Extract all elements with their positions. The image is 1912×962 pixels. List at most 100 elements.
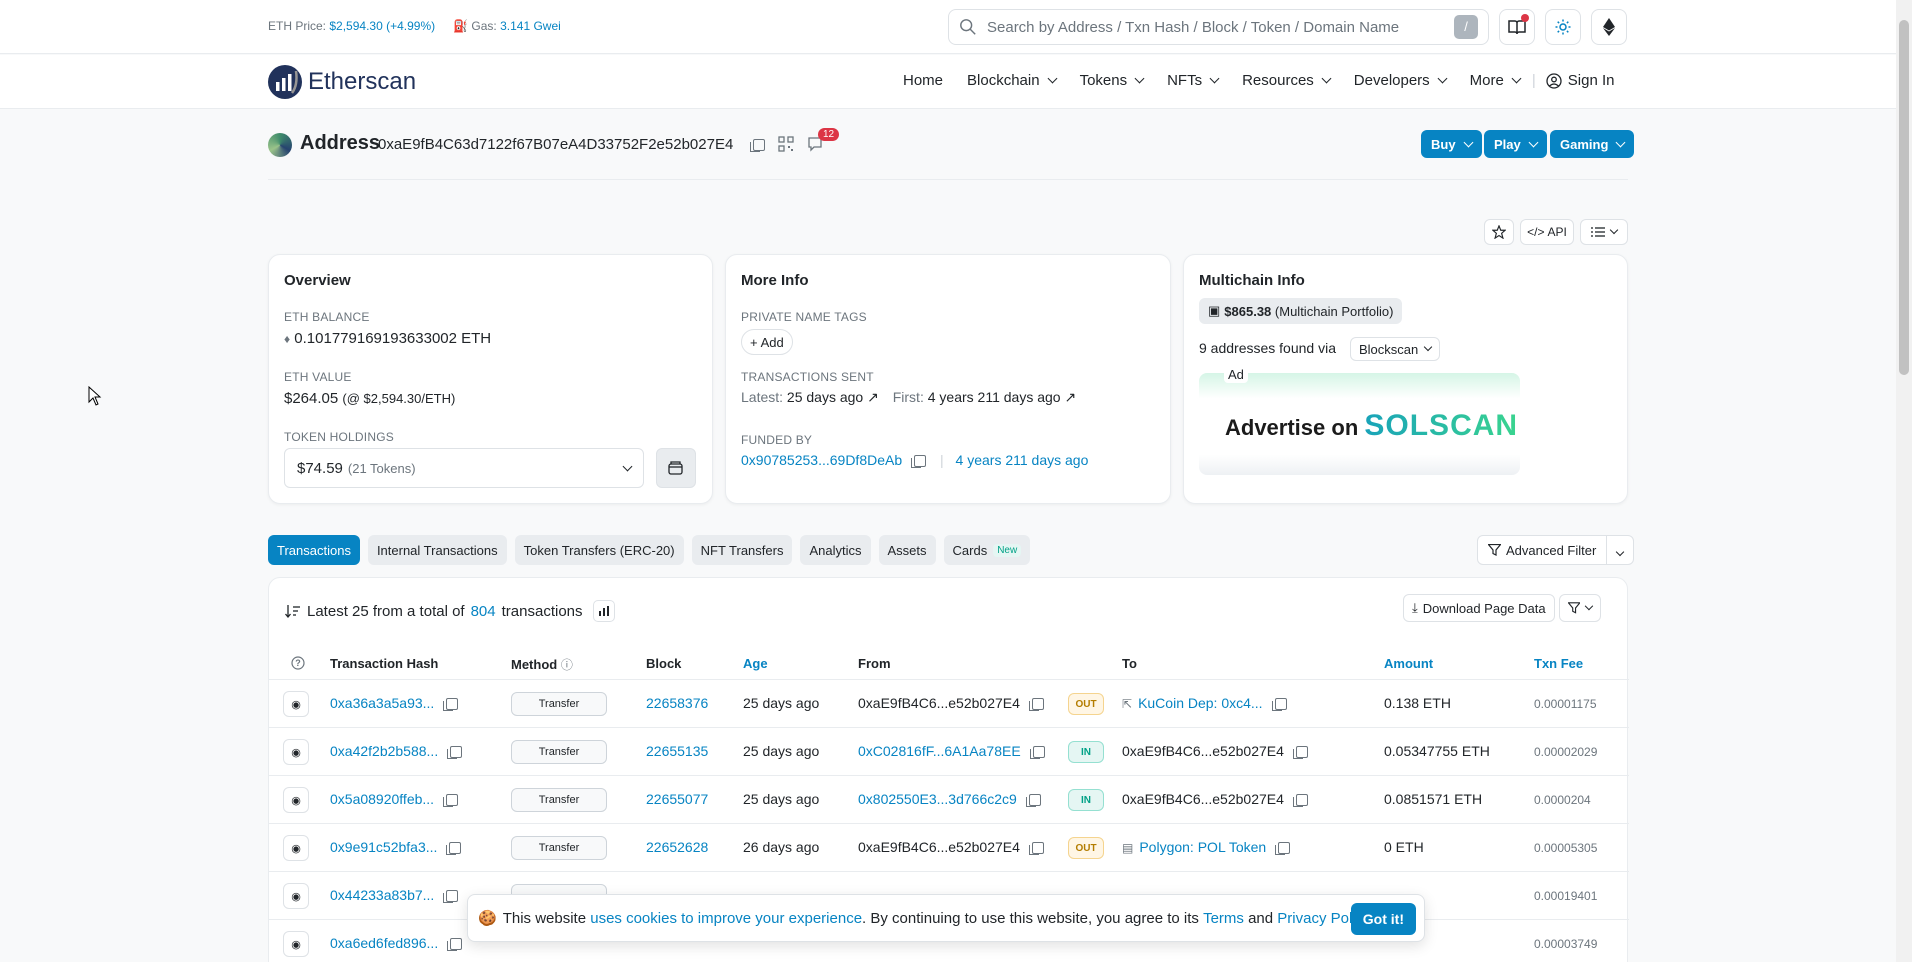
from-address-link[interactable]: 0xC02816fF...6A1Aa78EE (858, 743, 1021, 759)
help-icon[interactable]: ? (291, 656, 305, 673)
etherscan-logo[interactable]: Etherscan (268, 65, 416, 99)
from-address-link[interactable]: 0x802550E3...3d766c2c9 (858, 791, 1017, 807)
copy-icon[interactable] (1028, 842, 1044, 856)
tx-hash-link[interactable]: 0xa36a3a5a93... (330, 695, 434, 711)
token-portfolio-button[interactable] (656, 448, 696, 488)
transactions-sent-label: TRANSACTIONS SENT (741, 370, 874, 384)
to-address-link[interactable]: KuCoin Dep: 0xc4... (1138, 695, 1263, 711)
copy-icon[interactable] (443, 698, 459, 712)
theme-toggle-button[interactable] (1545, 9, 1581, 45)
multichain-portfolio-button[interactable]: ▣ $865.38 (Multichain Portfolio) (1199, 298, 1403, 324)
copy-icon[interactable] (911, 455, 927, 469)
arrow-up-right-icon: ↗ (1064, 389, 1077, 405)
copy-icon[interactable] (1275, 842, 1291, 856)
copy-icon[interactable] (447, 938, 463, 952)
tx-hash-link[interactable]: 0x9e91c52bfa3... (330, 839, 437, 855)
more-options-button[interactable] (1580, 219, 1628, 245)
copy-icon[interactable] (1028, 698, 1044, 712)
copy-icon[interactable] (1292, 794, 1308, 808)
tab-token-transfers[interactable]: Token Transfers (ERC-20) (514, 535, 684, 565)
column-filter-button[interactable] (1559, 594, 1601, 622)
copy-address-button[interactable] (749, 136, 765, 153)
solscan-ad-banner[interactable]: Advertise on SOLSCAN (1199, 373, 1520, 475)
tab-nft-transfers[interactable]: NFT Transfers (691, 535, 793, 565)
download-page-data-button[interactable]: ⤓ Download Page Data (1403, 594, 1555, 622)
tab-assets[interactable]: Assets (878, 535, 936, 565)
watchlist-button[interactable] (1484, 219, 1514, 245)
book-icon-button[interactable] (1499, 9, 1535, 45)
copy-icon[interactable] (446, 842, 462, 856)
funded-by-age-link[interactable]: 4 years 211 days ago (956, 452, 1089, 468)
sign-in-link[interactable]: Sign In (1546, 72, 1614, 89)
copy-icon[interactable] (1292, 746, 1308, 760)
play-button[interactable]: Play (1484, 130, 1547, 158)
first-tx-link[interactable]: 4 years 211 days ago ↗ (928, 389, 1076, 405)
txn-fee: 0.0000204 (1534, 793, 1591, 807)
terms-link[interactable]: Terms (1203, 910, 1244, 927)
view-details-button[interactable]: ◉ (283, 739, 309, 765)
copy-icon[interactable] (447, 746, 463, 760)
funded-by-address-link[interactable]: 0x90785253...69Df8DeAb (741, 452, 902, 468)
block-link[interactable]: 22652628 (646, 839, 708, 855)
tab-transactions[interactable]: Transactions (268, 535, 360, 565)
token-holdings-dropdown[interactable]: $74.59 (21 Tokens) (284, 448, 644, 488)
blockscan-dropdown[interactable]: Blockscan (1350, 337, 1441, 361)
view-details-button[interactable]: ◉ (283, 883, 309, 909)
nav-nfts[interactable]: NFTs (1167, 72, 1220, 89)
block-link[interactable]: 22655077 (646, 791, 708, 807)
to-address-link[interactable]: Polygon: POL Token (1139, 839, 1266, 855)
search-input[interactable] (987, 18, 1454, 36)
overview-card: Overview ETH BALANCE ♦ 0.101779169193633… (268, 254, 713, 504)
col-txn-fee[interactable]: Txn Fee (1534, 656, 1583, 671)
advanced-filter-dropdown[interactable] (1607, 543, 1633, 558)
view-details-button[interactable]: ◉ (283, 691, 309, 717)
view-details-button[interactable]: ◉ (283, 787, 309, 813)
tx-hash-link[interactable]: 0xa6ed6fed896... (330, 935, 438, 951)
buy-button[interactable]: Buy (1421, 130, 1482, 158)
tab-analytics[interactable]: Analytics (800, 535, 871, 565)
api-button[interactable]: </> API (1520, 219, 1574, 245)
nav-developers[interactable]: Developers (1354, 72, 1448, 89)
view-details-button[interactable]: ◉ (283, 835, 309, 861)
nav-resources[interactable]: Resources (1242, 72, 1332, 89)
eth-price-link[interactable]: $2,594.30 (+4.99%) (329, 19, 435, 33)
tx-hash-link[interactable]: 0xa42f2b2b588... (330, 743, 438, 759)
col-amount[interactable]: Amount (1384, 656, 1433, 671)
tx-hash-link[interactable]: 0x5a08920ffeb... (330, 791, 434, 807)
copy-icon[interactable] (443, 794, 459, 808)
page-scrollbar[interactable] (1896, 0, 1912, 962)
gas-price-link[interactable]: 3.141 Gwei (500, 19, 561, 33)
tab-internal-transactions[interactable]: Internal Transactions (367, 535, 507, 565)
col-age[interactable]: Age (743, 656, 768, 671)
network-switch-button[interactable] (1591, 9, 1627, 45)
nav-tokens[interactable]: Tokens (1080, 72, 1145, 89)
tab-cards[interactable]: Cards New (943, 535, 1031, 565)
direction-badge: OUT (1068, 837, 1104, 859)
eye-icon: ◉ (291, 794, 301, 807)
tx-hash-link[interactable]: 0x44233a83b7... (330, 887, 434, 903)
qr-code-icon[interactable] (778, 136, 794, 152)
advanced-filter-button[interactable]: Advanced Filter (1477, 535, 1635, 565)
copy-icon[interactable] (1271, 698, 1287, 712)
scrollbar-thumb[interactable] (1899, 20, 1909, 375)
info-icon[interactable]: ⓘ (561, 658, 573, 672)
nav-blockchain[interactable]: Blockchain (967, 72, 1058, 89)
chart-button[interactable] (592, 600, 615, 622)
copy-icon[interactable] (1029, 746, 1045, 760)
block-link[interactable]: 22658376 (646, 695, 708, 711)
gaming-button[interactable]: Gaming (1550, 130, 1635, 158)
copy-icon[interactable] (1025, 794, 1041, 808)
copy-icon[interactable] (443, 890, 459, 904)
got-it-button[interactable]: Got it! (1350, 903, 1416, 935)
nav-home[interactable]: Home (903, 72, 943, 89)
block-link[interactable]: 22655135 (646, 743, 708, 759)
latest-tx-link[interactable]: 25 days ago ↗ (787, 389, 879, 405)
view-details-button[interactable]: ◉ (283, 931, 309, 957)
advanced-filter-label[interactable]: Advanced Filter (1478, 536, 1608, 564)
total-transactions-link[interactable]: 804 (471, 603, 496, 620)
cookie-policy-link[interactable]: uses cookies to improve your experience (590, 910, 862, 927)
eye-icon: ◉ (291, 842, 301, 855)
nav-more[interactable]: More (1470, 72, 1522, 89)
add-name-tag-button[interactable]: + Add (741, 329, 793, 355)
search-box[interactable]: / (948, 9, 1489, 45)
